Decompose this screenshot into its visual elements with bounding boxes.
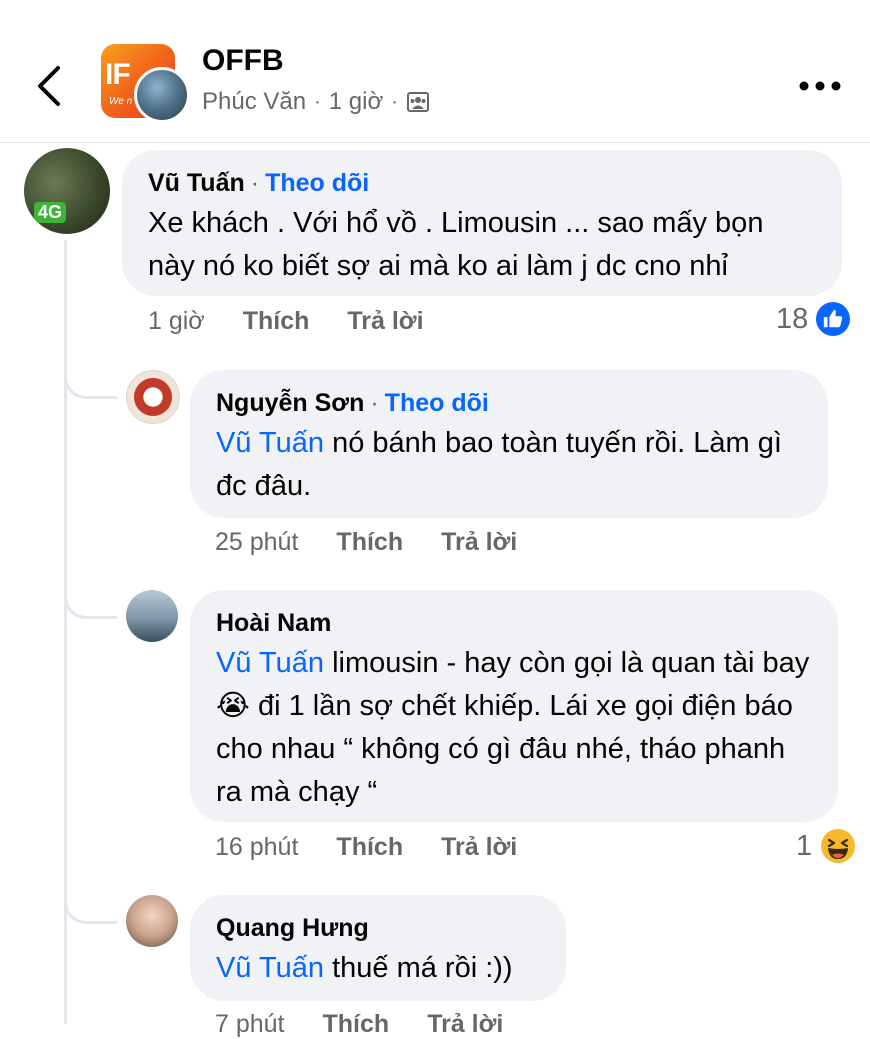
comment-text: Vũ Tuấn nó bánh bao toàn tuyến rồi. Làm … — [216, 422, 802, 508]
reply-bubble[interactable]: Quang Hưng Vũ Tuấn thuế má rồi :)) — [190, 895, 566, 1001]
follow-button[interactable]: Theo dõi — [385, 389, 489, 417]
commenter-name[interactable]: Vũ Tuấn — [148, 169, 245, 197]
comment-header: Nguyễn Sơn · Theo dõi — [216, 386, 802, 420]
reaction-summary[interactable]: 1 — [796, 828, 856, 864]
group-avatar-logo-subtext: We n — [109, 96, 133, 107]
comment-time[interactable]: 16 phút — [215, 833, 298, 862]
meta-separator: · — [314, 90, 321, 113]
comment-body: thuế má rồi :)) — [324, 952, 513, 984]
like-button[interactable]: Thích — [323, 1010, 390, 1039]
comment-text: Xe khách . Với hổ vồ . Limousin ... sao … — [148, 207, 764, 282]
reply-connector — [64, 370, 117, 399]
group-avatar-logo-text: IF — [105, 58, 131, 91]
like-button[interactable]: Thích — [336, 833, 403, 862]
reply-button[interactable]: Trả lời — [427, 1010, 503, 1039]
comment-time[interactable]: 7 phút — [215, 1010, 285, 1039]
comment-actions: 7 phút Thích Trả lời — [215, 1010, 541, 1039]
comment-time[interactable]: 1 giờ — [148, 307, 205, 336]
mention-link[interactable]: Vũ Tuấn — [216, 647, 324, 679]
mention-link[interactable]: Vũ Tuấn — [216, 427, 324, 459]
comment-actions: 25 phút Thích Trả lời — [215, 528, 555, 557]
reply-bubble[interactable]: Hoài Nam Vũ Tuấn limousin - hay còn gọi … — [190, 590, 838, 822]
reaction-summary[interactable]: 18 — [776, 302, 851, 336]
post-time[interactable]: 1 giờ — [329, 88, 383, 116]
header-divider — [0, 142, 870, 143]
like-button[interactable]: Thích — [243, 307, 310, 336]
commenter-avatar[interactable] — [126, 590, 178, 642]
like-icon — [816, 302, 851, 336]
reply-bubble[interactable]: Nguyễn Sơn · Theo dõi Vũ Tuấn nó bánh bao … — [190, 370, 828, 518]
reply-connector — [64, 895, 117, 924]
commenter-avatar[interactable]: 4G — [24, 148, 110, 234]
commenter-name[interactable]: Hoài Nam — [216, 609, 331, 637]
author-avatar[interactable] — [134, 67, 190, 123]
comment-header: Quang Hưng — [216, 911, 540, 945]
comment-bubble[interactable]: Vũ Tuấn · Theo dõi Xe khách . Với hổ vồ . … — [122, 150, 842, 296]
comment-actions: 16 phút Thích Trả lời — [215, 833, 555, 862]
more-options-icon[interactable] — [798, 76, 842, 96]
comment-header: Hoài Nam — [216, 606, 812, 640]
commenter-avatar[interactable] — [126, 895, 178, 947]
group-privacy-icon — [406, 92, 429, 112]
comment-text: Vũ Tuấn limousin - hay còn gọi là quan t… — [216, 642, 812, 814]
follow-button[interactable]: Theo dõi — [265, 169, 369, 197]
back-arrow-icon[interactable] — [30, 62, 70, 110]
avatar-badge: 4G — [34, 202, 67, 223]
reply-button[interactable]: Trả lời — [441, 833, 517, 862]
reaction-count: 18 — [776, 302, 809, 335]
reaction-count: 1 — [796, 829, 813, 862]
comment-header: Vũ Tuấn · Theo dõi — [148, 166, 816, 200]
commenter-avatar[interactable] — [126, 370, 180, 424]
comment-time[interactable]: 25 phút — [215, 528, 298, 557]
reply-button[interactable]: Trả lời — [441, 528, 517, 557]
reply-connector — [64, 590, 117, 619]
group-name[interactable]: OFFB — [202, 44, 284, 78]
reply-button[interactable]: Trả lời — [347, 307, 423, 336]
post-meta: Phúc Văn · 1 giờ · — [202, 88, 430, 116]
commenter-name[interactable]: Nguyễn Sơn — [216, 389, 364, 417]
post-author[interactable]: Phúc Văn — [202, 88, 306, 116]
comment-actions: 1 giờ Thích Trả lời — [148, 307, 462, 336]
like-button[interactable]: Thích — [336, 528, 403, 557]
meta-separator: · — [391, 90, 398, 113]
commenter-name[interactable]: Quang Hưng — [216, 914, 369, 942]
name-separator: · — [370, 389, 379, 417]
mention-link[interactable]: Vũ Tuấn — [216, 952, 324, 984]
name-separator: · — [250, 169, 260, 197]
comment-text: Vũ Tuấn thuế má rồi :)) — [216, 947, 540, 990]
haha-icon — [821, 829, 856, 863]
